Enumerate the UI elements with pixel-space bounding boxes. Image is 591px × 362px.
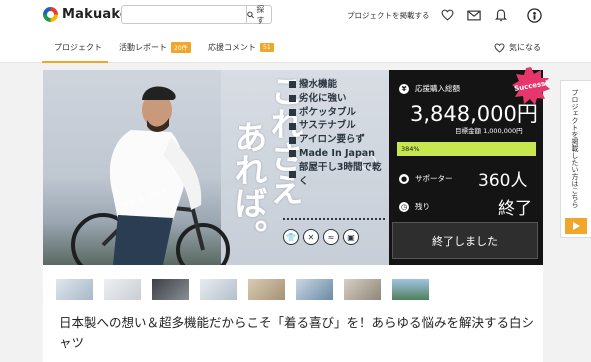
- feature-list: 撥水機能 劣化に強い ポケッタブル サステナブル アイロン要らず Made In…: [289, 78, 389, 188]
- shirt-icon: 👕: [283, 229, 299, 245]
- active-tab-indicator: [42, 61, 108, 63]
- pocketable-icon: ▣: [343, 229, 359, 245]
- water-icon: ≈: [323, 229, 339, 245]
- search-button-label: 探す: [256, 4, 265, 25]
- feature-item: 部屋干し3時間で乾く: [289, 161, 389, 189]
- tab-comments[interactable]: 応援コメント 51: [208, 42, 274, 53]
- thumbnail[interactable]: [296, 279, 333, 300]
- search-icon: [247, 11, 254, 18]
- thumbnail[interactable]: [248, 279, 285, 300]
- tab-comments-label: 応援コメント: [208, 43, 256, 52]
- tab-activity-report[interactable]: 活動レポート 20件: [119, 42, 191, 53]
- tab-project[interactable]: プロジェクト: [54, 42, 102, 53]
- post-project-link[interactable]: プロジェクトを掲載する: [347, 10, 430, 21]
- hero-image[interactable]: これさえ あれば。 ON & OFF 撥水機能 劣化に強い ポケッタブル サステ…: [43, 70, 389, 265]
- search-box: 探す: [121, 4, 272, 25]
- no-iron-icon: ✕: [303, 229, 319, 245]
- makuake-logo[interactable]: Makuake: [43, 7, 129, 22]
- logo-mark-icon: [43, 7, 58, 22]
- favorite-label: 気になる: [509, 43, 541, 52]
- favorite-button[interactable]: 気になる: [494, 42, 541, 53]
- top-header: Makuake 探す プロジェクトを掲載する: [0, 0, 591, 32]
- feature-item: 撥水機能: [289, 78, 389, 92]
- care-icons: 👕 ✕ ≈ ▣: [283, 229, 359, 245]
- search-input[interactable]: [122, 6, 246, 23]
- remaining-label: ◷ 残り: [399, 201, 430, 212]
- success-badge: Success!: [511, 66, 551, 106]
- thumbnail[interactable]: [344, 279, 381, 300]
- user-icon[interactable]: [526, 7, 542, 23]
- mail-icon[interactable]: [466, 7, 482, 23]
- comments-count-badge: 51: [260, 43, 274, 52]
- person-icon: ●: [399, 173, 409, 184]
- man-on-bicycle-illustration: [71, 86, 230, 265]
- project-content-area: 日本製への想い＆超多機能だからこそ「着る喜び」を！あらゆる悩みを解決する白シャツ: [43, 265, 543, 362]
- thumbnail[interactable]: [392, 279, 429, 300]
- progress-percent: 384%: [401, 145, 420, 153]
- side-tab-text: プロジェクトを掲載したい方はこちら: [571, 89, 579, 208]
- supporters-count: 360人: [478, 171, 528, 191]
- project-tab-bar: プロジェクト 活動レポート 20件 応援コメント 51 気になる: [0, 32, 591, 63]
- thumbnail[interactable]: [152, 279, 189, 300]
- activity-report-count-badge: 20件: [171, 42, 191, 53]
- feature-item: ポケッタブル: [289, 106, 389, 120]
- hero-catch-2: あれば。: [229, 120, 268, 252]
- tab-project-label: プロジェクト: [54, 43, 102, 52]
- feature-item: サステナブル: [289, 119, 389, 133]
- tab-activity-report-label: 活動レポート: [119, 43, 167, 52]
- thumbnail-strip: [56, 279, 429, 300]
- ended-button[interactable]: 終了しました: [392, 222, 538, 259]
- dotted-divider: [283, 218, 385, 220]
- thumbnail[interactable]: [104, 279, 141, 300]
- thumbnail[interactable]: [200, 279, 237, 300]
- play-arrow-icon: [565, 218, 587, 234]
- project-title: 日本製への想い＆超多機能だからこそ「着る喜び」を！あらゆる悩みを解決する白シャツ: [59, 315, 535, 350]
- yen-icon: ¥: [399, 83, 409, 94]
- search-button[interactable]: 探す: [246, 4, 271, 25]
- feature-item: アイロン要らず: [289, 133, 389, 147]
- heart-icon: [494, 42, 505, 53]
- progress-bar: 384%: [397, 142, 536, 156]
- bell-icon[interactable]: [493, 7, 509, 23]
- supporters-label: ● サポーター: [399, 173, 453, 184]
- feature-item: 劣化に強い: [289, 92, 389, 106]
- total-label: ¥ 応援購入総額: [399, 83, 460, 94]
- goal-amount: 目標金額 1,000,000円: [455, 127, 523, 135]
- clock-icon: ◷: [399, 201, 409, 212]
- logo-text: Makuake: [62, 7, 129, 22]
- heart-icon[interactable]: [439, 7, 455, 23]
- remaining-value: 終了: [498, 199, 532, 219]
- progress-fill: 384%: [397, 142, 536, 156]
- thumbnail[interactable]: [56, 279, 93, 300]
- side-post-project-tab[interactable]: プロジェクトを掲載したい方はこちら: [560, 80, 591, 238]
- feature-item: Made In Japan: [289, 147, 389, 161]
